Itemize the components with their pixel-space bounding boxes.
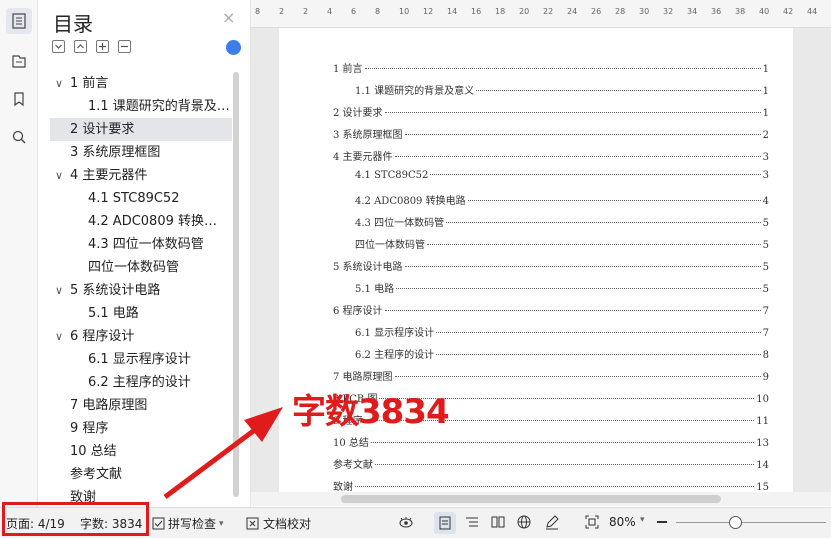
word-count-annotation: 字数3834 (292, 392, 450, 432)
highlight-box (2, 502, 149, 536)
writer-window: 目录 × ∨ 1 前言 1.1 课题研究的背景及… 2 设计要求 3 系统原理框图 ∨ 4 … (0, 0, 831, 538)
annotation-arrow (163, 407, 283, 500)
